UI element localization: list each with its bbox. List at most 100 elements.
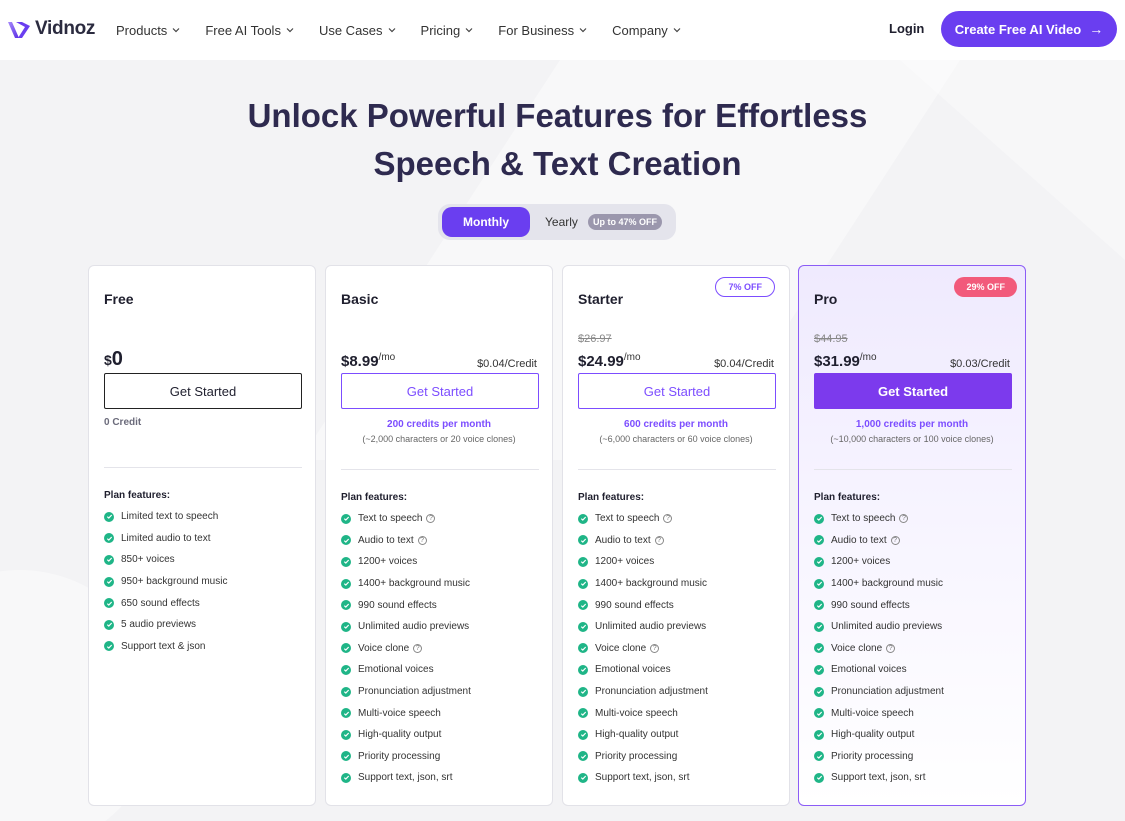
- feature-text: 990 sound effects: [595, 599, 674, 611]
- help-icon[interactable]: ?: [426, 514, 436, 524]
- check-circle-icon: [104, 533, 114, 544]
- feature-text: Limited text to speech: [121, 511, 219, 523]
- feature-item: High-quality output: [578, 724, 708, 746]
- check-circle-icon: [341, 513, 351, 524]
- arrow-right-icon: →: [1089, 21, 1104, 37]
- plan-card-pro: Pro 29% OFF $44.95 $31.99/mo $0.03/Credi…: [798, 265, 1026, 806]
- check-circle-icon: [578, 556, 588, 567]
- check-circle-icon: [814, 664, 824, 675]
- check-circle-icon: [104, 554, 114, 565]
- feature-text: Multi-voice speech: [831, 707, 914, 719]
- check-circle-icon: [104, 511, 114, 522]
- nav-label: Free AI Tools: [205, 22, 281, 38]
- help-icon[interactable]: ?: [886, 643, 896, 653]
- feature-text: Emotional voices: [358, 664, 434, 676]
- feature-text: Text to speech: [595, 513, 660, 525]
- feature-item: Audio to text?: [814, 530, 944, 552]
- feature-item: 990 sound effects: [341, 594, 471, 616]
- feature-item: Support text, json, srt: [814, 767, 944, 789]
- nav-company[interactable]: Company: [612, 23, 682, 38]
- credit-rate: $0.04/Credit: [477, 358, 537, 370]
- help-icon[interactable]: ?: [417, 535, 427, 545]
- check-circle-icon: [814, 556, 824, 567]
- login-link[interactable]: Login: [889, 21, 924, 36]
- price-value: $31.99: [814, 353, 860, 370]
- logo[interactable]: Vidnoz: [6, 16, 95, 42]
- nav-label: Products: [116, 22, 168, 38]
- divider: [341, 469, 539, 470]
- credits-per-month: 600 credits per month: [624, 419, 728, 430]
- nav-products[interactable]: Products: [116, 23, 181, 38]
- check-circle-icon: [341, 578, 351, 589]
- title-line-1: Unlock Powerful Features for Effortless: [247, 97, 868, 134]
- feature-text: Emotional voices: [831, 664, 907, 676]
- feature-text: 990 sound effects: [831, 599, 910, 611]
- chevron-down-icon: [172, 28, 180, 33]
- feature-text: Voice clone: [831, 642, 883, 654]
- get-started-button[interactable]: Get Started: [578, 373, 776, 409]
- check-circle-icon: [104, 576, 114, 587]
- divider: [814, 469, 1012, 470]
- nav-for-business[interactable]: For Business: [498, 23, 588, 38]
- help-icon[interactable]: ?: [890, 535, 900, 545]
- nav-label: Use Cases: [318, 22, 383, 38]
- plan-features-label: Plan features:: [104, 490, 171, 501]
- discount-badge: 7% OFF: [715, 277, 775, 297]
- get-started-button[interactable]: Get Started: [341, 373, 539, 409]
- feature-text: 850+ voices: [121, 554, 175, 566]
- feature-item: Limited audio to text: [104, 528, 227, 550]
- feature-item: 5 audio previews: [104, 614, 227, 636]
- help-icon[interactable]: ?: [899, 514, 909, 524]
- divider: [104, 467, 302, 468]
- cta-label: Create Free AI Video: [954, 21, 1082, 37]
- feature-text: 1200+ voices: [358, 556, 418, 568]
- plan-price: $8.99/mo: [341, 352, 395, 370]
- feature-text: High-quality output: [831, 729, 915, 741]
- feature-item: 650 sound effects: [104, 592, 227, 614]
- check-circle-icon: [341, 664, 351, 675]
- get-started-button[interactable]: Get Started: [814, 373, 1012, 409]
- feature-item: Limited text to speech: [104, 506, 227, 528]
- create-free-ai-video-button[interactable]: Create Free AI Video →: [941, 11, 1117, 47]
- check-circle-icon: [814, 729, 824, 740]
- feature-text: Emotional voices: [595, 664, 671, 676]
- plan-features-label: Plan features:: [814, 492, 881, 503]
- feature-text: Priority processing: [595, 750, 678, 762]
- feature-item: Multi-voice speech: [341, 702, 471, 724]
- nav-label: Pricing: [420, 22, 461, 38]
- feature-item: 1200+ voices: [814, 551, 944, 573]
- feature-item: Emotional voices: [814, 659, 944, 681]
- feature-item: 950+ background music: [104, 571, 227, 593]
- feature-item: Audio to text?: [341, 530, 471, 552]
- feature-text: 1200+ voices: [595, 556, 655, 568]
- feature-text: Support text, json, srt: [595, 772, 690, 784]
- feature-text: Multi-voice speech: [595, 707, 678, 719]
- feature-list: Text to speech? Audio to text? 1200+ voice…: [578, 508, 708, 789]
- price-period: /mo: [623, 352, 641, 363]
- feature-text: Unlimited audio previews: [595, 621, 707, 633]
- nav-use-cases[interactable]: Use Cases: [319, 23, 397, 38]
- feature-text: 1200+ voices: [831, 556, 891, 568]
- credits-detail: (~6,000 characters or 60 voice clones): [599, 434, 753, 444]
- nav-pricing[interactable]: Pricing: [421, 23, 475, 38]
- help-icon[interactable]: ?: [654, 535, 664, 545]
- feature-item: Emotional voices: [578, 659, 708, 681]
- help-icon[interactable]: ?: [650, 643, 660, 653]
- nav-label: Company: [612, 22, 668, 38]
- toggle-monthly[interactable]: Monthly: [442, 207, 530, 237]
- check-circle-icon: [341, 729, 351, 740]
- help-icon[interactable]: ?: [663, 514, 673, 524]
- plan-card-free: Free $0 Get Started 0 Credit Plan featur…: [88, 265, 316, 806]
- toggle-yearly[interactable]: Yearly: [545, 215, 578, 229]
- chevron-down-icon: [673, 28, 681, 33]
- chevron-down-icon: [579, 28, 587, 33]
- feature-text: Audio to text: [831, 534, 887, 546]
- nav-free-ai-tools[interactable]: Free AI Tools: [205, 23, 295, 38]
- get-started-button[interactable]: Get Started: [104, 373, 302, 409]
- help-icon[interactable]: ?: [413, 643, 423, 653]
- check-circle-icon: [341, 535, 351, 546]
- feature-item: Voice clone?: [578, 638, 708, 660]
- check-circle-icon: [341, 751, 351, 762]
- yearly-discount-badge: Up to 47% OFF: [588, 214, 663, 230]
- feature-text: Unlimited audio previews: [358, 621, 470, 633]
